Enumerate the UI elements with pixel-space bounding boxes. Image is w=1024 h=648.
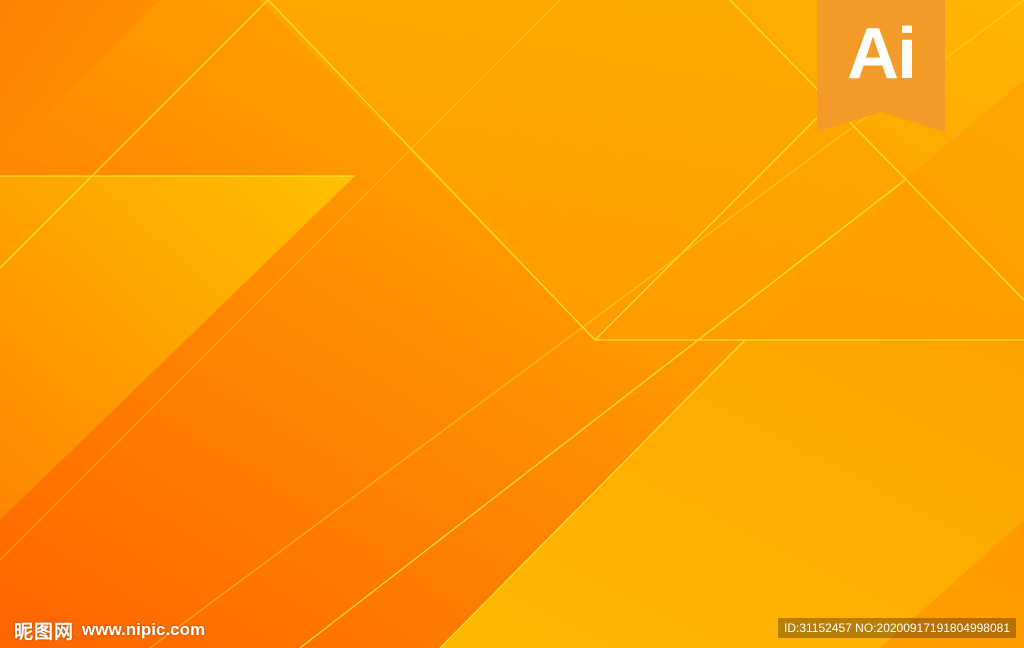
ai-format-badge: Ai bbox=[817, 0, 945, 132]
site-watermark: 昵图网 www.nipic.com bbox=[14, 618, 206, 643]
ai-badge-label: Ai bbox=[847, 14, 917, 94]
site-name-text: 昵图网 bbox=[14, 620, 75, 643]
image-id-badge: ID:31152457 NO:20200917191804998081 bbox=[778, 618, 1016, 638]
site-url-text: www.nipic.com bbox=[82, 620, 206, 639]
artwork-canvas: Ai 昵图网 www.nipic.com ID:31152457 NO:2020… bbox=[0, 0, 1024, 648]
